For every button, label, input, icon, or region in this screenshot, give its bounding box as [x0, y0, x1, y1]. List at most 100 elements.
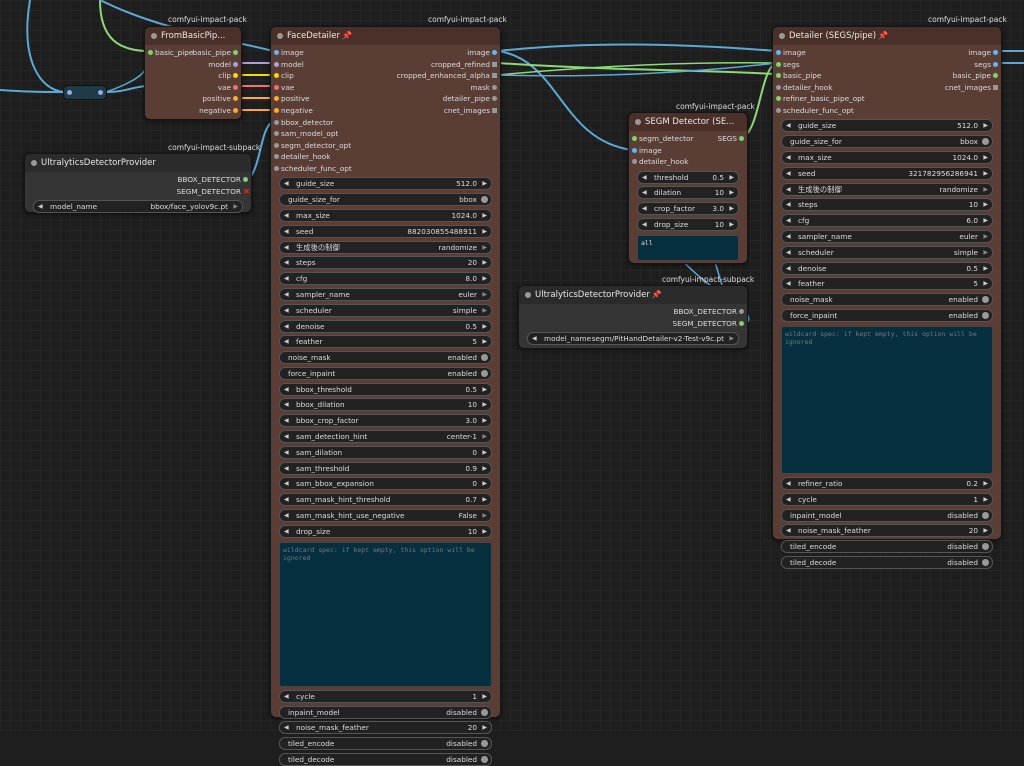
decrement-arrow-icon[interactable]: ◀: [642, 187, 647, 198]
input-slot[interactable]: image: [776, 47, 806, 59]
node-title-bar[interactable]: FromBasicPip...: [145, 27, 241, 45]
model-name-select[interactable]: ◀ model_name segm/PitHandDetailer-v2-Test-…: [527, 331, 739, 345]
tiled-decode-widget[interactable]: tiled_decode disabled: [279, 753, 492, 766]
increment-arrow-icon[interactable]: ▶: [482, 510, 487, 521]
output-slot[interactable]: cnet_images: [444, 105, 498, 117]
decrement-arrow-icon[interactable]: ◀: [786, 231, 791, 242]
wildcard-textarea[interactable]: wildcard spec: if kept empty, this optio…: [279, 541, 492, 687]
output-slot[interactable]: mask: [470, 82, 497, 94]
output-slot[interactable]: BBOX_DETECTOR: [178, 174, 249, 186]
drop-size-widget[interactable]: ◀ drop_size 10 ▶: [637, 217, 739, 231]
toggle-knob-icon[interactable]: [481, 369, 488, 377]
increment-arrow-icon[interactable]: ▶: [983, 184, 988, 195]
increment-arrow-icon[interactable]: ▶: [983, 263, 988, 274]
collapse-dot-icon[interactable]: [779, 33, 785, 39]
input-slot[interactable]: basic_pipe: [775, 70, 821, 82]
collapse-dot-icon[interactable]: [31, 160, 37, 166]
output-slot[interactable]: SEGM_DETECTOR: [176, 186, 249, 198]
drop-size-widget[interactable]: ◀ drop_size 10 ▶: [279, 524, 492, 538]
steps-widget[interactable]: ◀ steps 20 ▶: [279, 256, 492, 270]
output-slot[interactable]: clip: [218, 70, 238, 82]
increment-arrow-icon[interactable]: ▶: [983, 199, 988, 210]
input-slot[interactable]: segm_detector_opt: [273, 140, 351, 152]
increment-arrow-icon[interactable]: ▶: [482, 722, 487, 733]
reroute-out-dot[interactable]: [98, 90, 103, 95]
increment-arrow-icon[interactable]: ▶: [729, 172, 734, 183]
increment-arrow-icon[interactable]: ▶: [482, 691, 487, 702]
increment-arrow-icon[interactable]: ▶: [482, 431, 487, 442]
ultralytics-detector-node-2[interactable]: UltralyticsDetectorProvider 📌 BBOX_DETECT…: [518, 285, 748, 349]
decrement-arrow-icon[interactable]: ◀: [642, 219, 647, 230]
decrement-arrow-icon[interactable]: ◀: [786, 525, 791, 536]
guide-size-for-widget[interactable]: guide_size_for bbox: [781, 135, 993, 149]
increment-arrow-icon[interactable]: ▶: [482, 336, 487, 347]
reroute-in-dot[interactable]: [67, 90, 72, 95]
input-slot[interactable]: vae: [273, 82, 294, 94]
input-slot[interactable]: image: [274, 47, 304, 59]
decrement-arrow-icon[interactable]: ◀: [786, 168, 791, 179]
seed-widget[interactable]: ◀ seed 882030855488911 ▶: [279, 224, 492, 238]
force-inpaint-widget[interactable]: force_inpaint enabled: [279, 366, 492, 380]
input-slot[interactable]: sam_model_opt: [273, 128, 338, 140]
feather-widget[interactable]: ◀ feather 5 ▶: [279, 335, 492, 349]
output-slot[interactable]: image: [467, 47, 497, 59]
input-slot[interactable]: detailer_hook: [273, 151, 330, 163]
decrement-arrow-icon[interactable]: ◀: [284, 178, 289, 189]
input-slot[interactable]: model: [274, 59, 304, 71]
increment-arrow-icon[interactable]: ▶: [482, 242, 487, 253]
denoise-widget[interactable]: ◀ denoise 0.5 ▶: [781, 261, 993, 275]
noise-mask-feather-widget[interactable]: ◀ noise_mask_feather 20 ▶: [781, 524, 993, 538]
output-slot[interactable]: detailer_pipe: [443, 93, 498, 105]
input-slot[interactable]: refiner_basic_pipe_opt: [776, 93, 865, 105]
output-slot[interactable]: SEGS: [717, 133, 744, 145]
increment-arrow-icon[interactable]: ▶: [983, 215, 988, 226]
decrement-arrow-icon[interactable]: ◀: [786, 478, 791, 489]
seed-widget[interactable]: ◀ seed 321782956286941 ▶: [781, 166, 993, 180]
sam-threshold-widget[interactable]: ◀ sam_threshold 0.9 ▶: [279, 461, 492, 475]
node-title-bar[interactable]: SEGM Detector (SE...: [629, 113, 747, 131]
increment-arrow-icon[interactable]: ▶: [482, 494, 487, 505]
after-generate-widget[interactable]: ◀ 生成後の制御 randomize ▶: [279, 240, 492, 254]
increment-arrow-icon[interactable]: ▶: [482, 321, 487, 332]
noise-mask-feather-widget[interactable]: ◀ noise_mask_feather 20 ▶: [279, 721, 492, 735]
increment-arrow-icon[interactable]: ▶: [482, 305, 487, 316]
toggle-knob-icon[interactable]: [481, 354, 488, 362]
output-slot[interactable]: cropped_enhanced_alpha: [397, 70, 498, 82]
feather-widget[interactable]: ◀ feather 5 ▶: [781, 277, 993, 291]
input-slot[interactable]: negative: [274, 105, 313, 117]
sampler-name-widget[interactable]: ◀ sampler_name euler ▶: [279, 287, 492, 301]
segm-text-area[interactable]: all: [637, 234, 739, 261]
decrement-arrow-icon[interactable]: ◀: [786, 199, 791, 210]
increment-arrow-icon[interactable]: ▶: [729, 219, 734, 230]
decrement-arrow-icon[interactable]: ◀: [284, 321, 289, 332]
increment-arrow-icon[interactable]: ▶: [983, 478, 988, 489]
decrement-arrow-icon[interactable]: ◀: [786, 215, 791, 226]
increment-arrow-icon[interactable]: ▶: [482, 273, 487, 284]
output-slot[interactable]: image: [968, 47, 998, 59]
increment-arrow-icon[interactable]: ▶: [983, 152, 988, 163]
toggle-knob-icon[interactable]: [982, 511, 989, 519]
detailer-segs-pipe-node[interactable]: Detailer (SEGS/pipe) 📌 image image segs segs…: [772, 26, 1002, 569]
decrement-arrow-icon[interactable]: ◀: [284, 447, 289, 458]
increment-arrow-icon[interactable]: ▶: [983, 168, 988, 179]
increment-arrow-icon[interactable]: ▶: [482, 384, 487, 395]
increment-arrow-icon[interactable]: ▶: [983, 494, 988, 505]
refiner-ratio-widget[interactable]: ◀ refiner_ratio 0.2 ▶: [781, 476, 993, 490]
decrement-arrow-icon[interactable]: ◀: [284, 305, 289, 316]
scheduler-widget[interactable]: ◀ scheduler simple ▶: [279, 303, 492, 317]
input-slot[interactable]: bbox_detector: [273, 117, 333, 129]
collapse-dot-icon[interactable]: [635, 119, 641, 125]
increment-arrow-icon[interactable]: ▶: [482, 463, 487, 474]
decrement-arrow-icon[interactable]: ◀: [786, 184, 791, 195]
toggle-knob-icon[interactable]: [481, 708, 488, 716]
guide-size-widget[interactable]: ◀ guide_size 512.0 ▶: [279, 177, 492, 191]
face-detailer-node[interactable]: FaceDetailer 📌 image image model cropped_ref…: [270, 26, 501, 766]
output-slot[interactable]: positive: [202, 93, 238, 105]
sampler-name-widget[interactable]: ◀ sampler_name euler ▶: [781, 229, 993, 243]
decrement-arrow-icon[interactable]: ◀: [284, 431, 289, 442]
toggle-knob-icon[interactable]: [982, 311, 989, 319]
output-slot[interactable]: cropped_refined: [431, 59, 498, 71]
decrement-arrow-icon[interactable]: ◀: [284, 336, 289, 347]
input-slot[interactable]: image: [632, 145, 662, 157]
decrement-arrow-icon[interactable]: ◀: [284, 289, 289, 300]
